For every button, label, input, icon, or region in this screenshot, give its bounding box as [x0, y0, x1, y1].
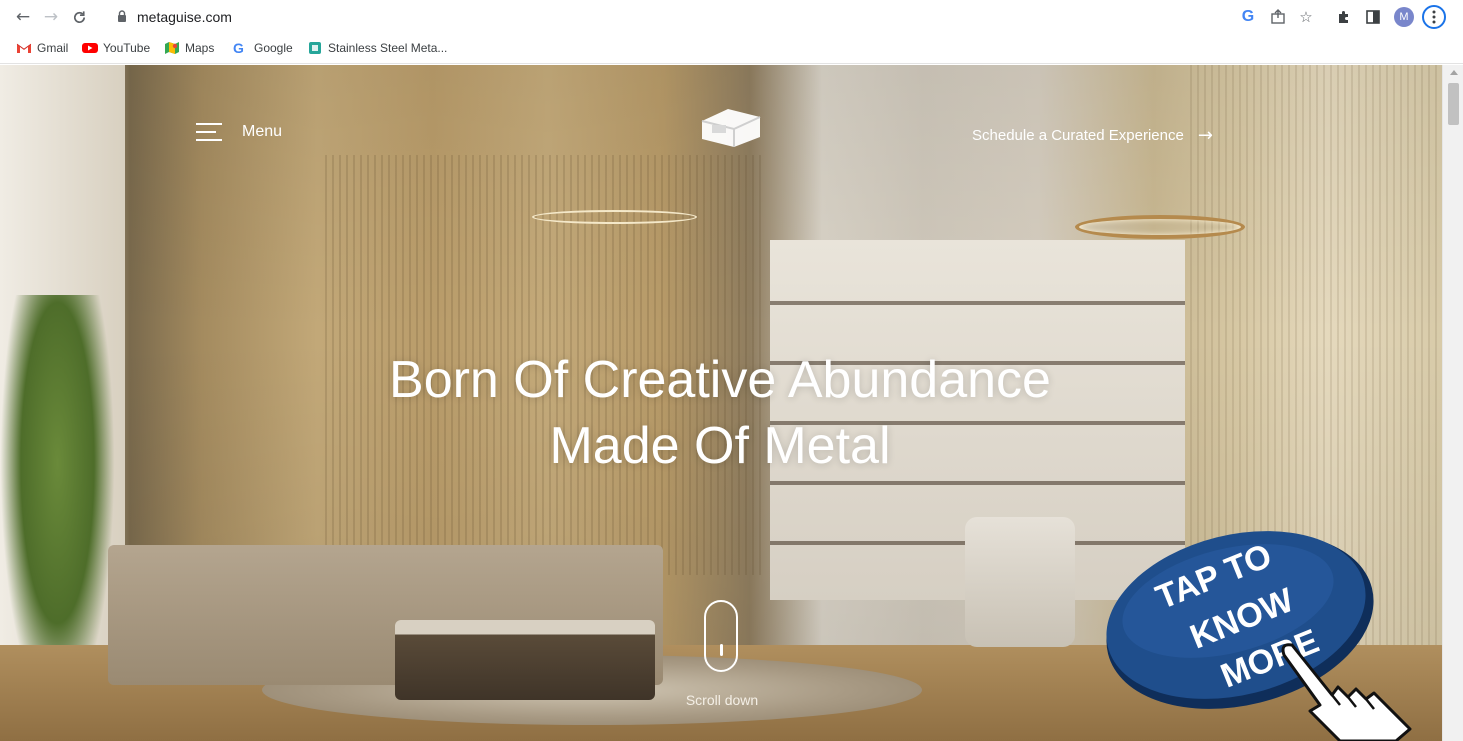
metaguise-logo[interactable]: [690, 103, 768, 155]
address-bar-url[interactable]: metaguise.com: [137, 9, 232, 25]
bookmark-label: Google: [254, 41, 293, 55]
maps-icon: [165, 42, 179, 54]
pendant-ring-light-right: [1075, 215, 1245, 239]
bookmark-youtube[interactable]: YouTube: [82, 41, 150, 55]
pointing-hand-cursor-icon: [1281, 643, 1412, 741]
scroll-mouse-icon[interactable]: [704, 600, 738, 672]
browser-toolbar: ← → metaguise.com G ☆ M: [0, 0, 1463, 34]
bookmark-google[interactable]: G Google: [233, 41, 293, 55]
forward-arrow-icon[interactable]: →: [40, 6, 62, 28]
bookmark-site-icon: [309, 42, 321, 54]
reload-icon[interactable]: [68, 6, 90, 28]
schedule-label: Schedule a Curated Experience: [972, 127, 1184, 144]
page-scrollbar[interactable]: [1442, 65, 1463, 741]
bookmark-label: Maps: [185, 41, 215, 55]
avatar-initial: M: [1394, 7, 1414, 27]
lock-icon[interactable]: [117, 10, 127, 22]
bookmarks-bar: Gmail YouTube Maps G Google Stainless St…: [0, 34, 1463, 64]
hamburger-icon: [196, 123, 222, 141]
kebab-menu-icon[interactable]: [1422, 5, 1446, 29]
google-g-icon[interactable]: G: [1238, 7, 1258, 27]
arrow-right-icon: →: [1197, 125, 1213, 146]
bookmark-label: Gmail: [37, 41, 69, 55]
pendant-ring-light: [532, 210, 697, 224]
armchair: [965, 517, 1075, 647]
scroll-up-arrow-icon[interactable]: [1450, 70, 1458, 75]
share-icon[interactable]: [1268, 7, 1288, 27]
headline-line-2: Made Of Metal: [549, 417, 891, 475]
back-arrow-icon[interactable]: ←: [12, 6, 34, 28]
menu-button[interactable]: Menu: [196, 123, 282, 141]
bookmark-maps[interactable]: Maps: [164, 41, 214, 55]
profile-avatar[interactable]: M: [1394, 7, 1414, 27]
bookmark-label: YouTube: [103, 41, 151, 55]
bookmark-stainless-steel[interactable]: Stainless Steel Meta...: [307, 41, 447, 55]
star-icon[interactable]: ☆: [1296, 7, 1316, 27]
youtube-icon: [82, 43, 98, 53]
google-icon: G: [233, 40, 244, 56]
headline-line-1: Born Of Creative Abundance: [389, 351, 1051, 409]
hero-headline: Born Of Creative Abundance Made Of Metal: [300, 347, 1140, 479]
bookmark-label: Stainless Steel Meta...: [328, 41, 448, 55]
schedule-experience-link[interactable]: Schedule a Curated Experience →: [972, 125, 1213, 146]
puzzle-icon[interactable]: [1334, 7, 1354, 27]
coffee-table: [395, 620, 655, 700]
side-panel-icon[interactable]: [1363, 7, 1383, 27]
gmail-icon: [16, 43, 32, 53]
menu-label: Menu: [242, 123, 283, 140]
scrollbar-thumb[interactable]: [1448, 83, 1459, 125]
scroll-down-label[interactable]: Scroll down: [660, 692, 784, 708]
bookmark-gmail[interactable]: Gmail: [16, 41, 68, 55]
page-viewport: Menu Schedule a Curated Experience → Bor…: [0, 65, 1463, 741]
